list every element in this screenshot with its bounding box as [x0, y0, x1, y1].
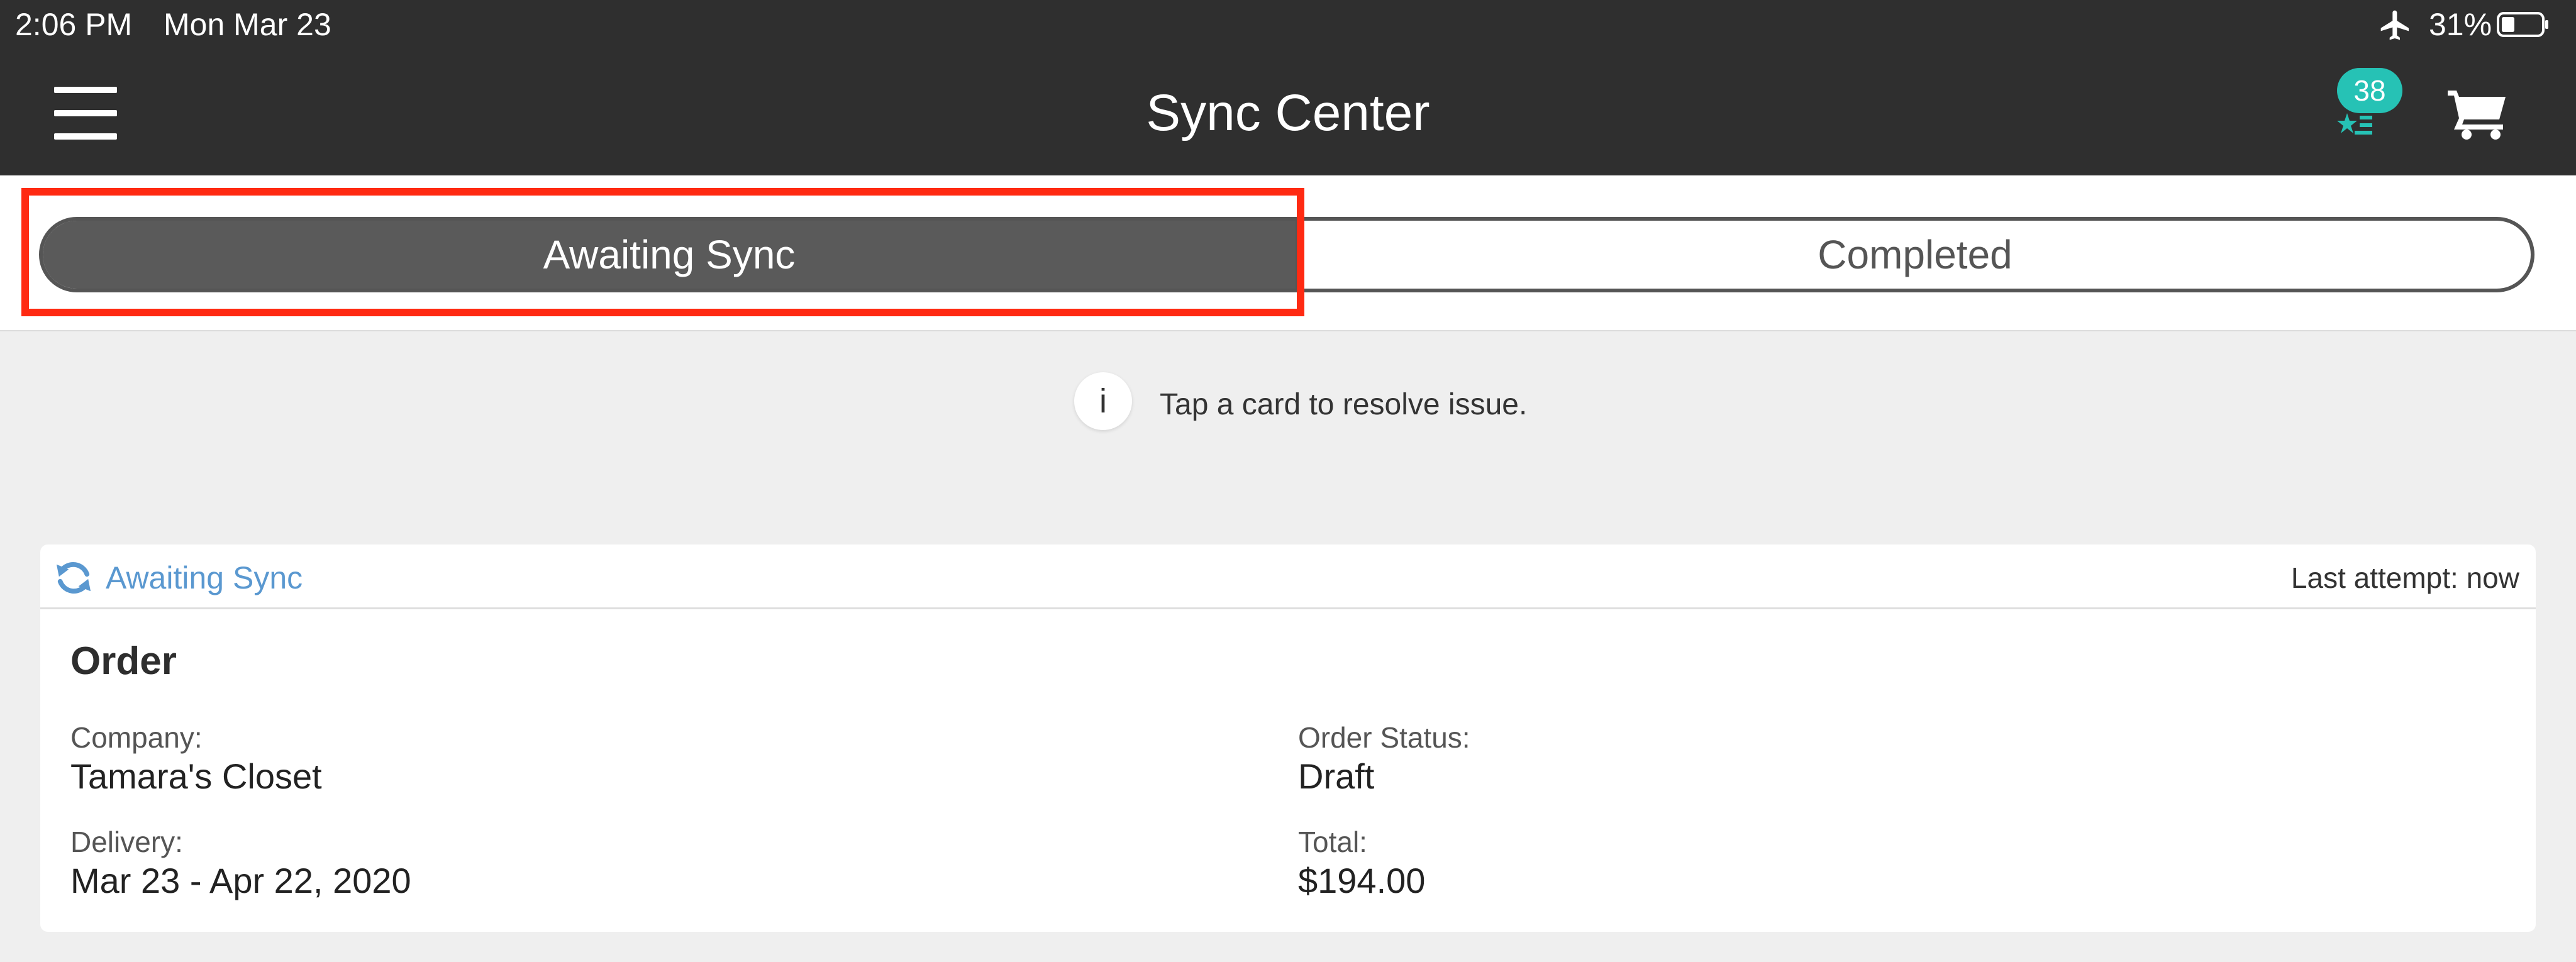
tab-completed[interactable]: Completed: [1296, 221, 2531, 289]
total-value: $194.00: [1298, 861, 1426, 900]
highlight-box: [21, 188, 1304, 316]
sync-card[interactable]: Awaiting Sync Last attempt: now Order Co…: [40, 545, 2536, 932]
info-icon: i: [1074, 372, 1132, 430]
sync-center-screen: 2:06 PM Mon Mar 23 31% Sync Center 38 Aw…: [0, 0, 2576, 962]
total-label: Total:: [1298, 826, 1367, 858]
cart-icon[interactable]: [2448, 87, 2508, 140]
company-label: Company:: [70, 721, 203, 754]
company-value: Tamara's Closet: [70, 756, 322, 796]
order-status-value: Draft: [1298, 756, 1375, 796]
hamburger-menu-icon[interactable]: [54, 87, 117, 140]
card-sync-status: Awaiting Sync: [106, 560, 303, 595]
info-hint-text: Tap a card to resolve issue.: [1160, 388, 1528, 421]
card-header: Awaiting Sync Last attempt: now: [40, 545, 2536, 609]
battery-icon: [2497, 12, 2548, 37]
page-title: Sync Center: [1146, 84, 1430, 141]
status-time: 2:06 PM: [15, 7, 133, 42]
sync-icon: [56, 562, 91, 594]
order-status-label: Order Status:: [1298, 721, 1470, 754]
top-bar: 2:06 PM Mon Mar 23 31% Sync Center 38: [0, 0, 2576, 175]
card-type-title: Order: [70, 639, 177, 683]
status-date: Mon Mar 23: [164, 7, 331, 42]
favorites-count-badge: 38: [2337, 68, 2402, 113]
last-attempt-text: Last attempt: now: [2290, 561, 2519, 594]
delivery-label: Delivery:: [70, 826, 183, 858]
battery-percentage: 31%: [2429, 7, 2492, 42]
delivery-value: Mar 23 - Apr 22, 2020: [70, 861, 411, 900]
airplane-mode-icon: [2380, 10, 2409, 40]
